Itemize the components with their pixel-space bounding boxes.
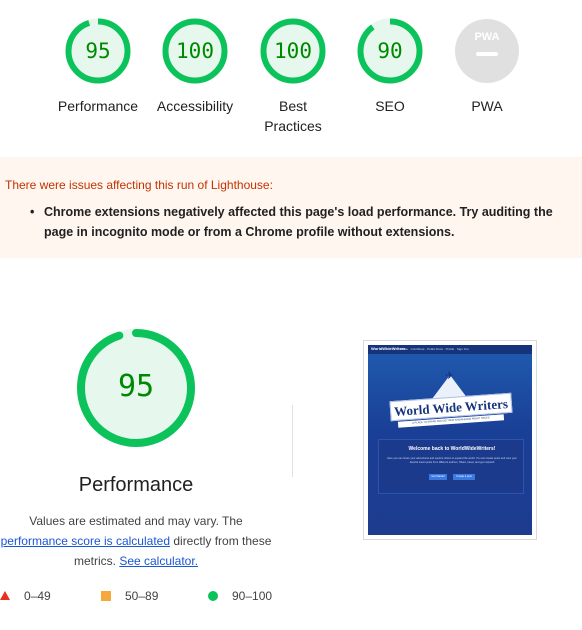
final-screenshot-thumbnail[interactable]: WorldWideWriters Home · Contribute · Pub… [363,340,537,540]
seo-gauge[interactable]: 90 SEO [340,18,440,116]
warning-item-text: Chrome extensions negatively affected th… [44,205,553,239]
accessibility-score: 100 [176,39,214,63]
get-started-button: Get Started [429,474,447,480]
best-practices-score: 100 [274,39,312,63]
accessibility-gauge[interactable]: 100 Accessibility [145,18,245,116]
main-performance-score: 95 [117,369,155,404]
triangle-icon [0,591,10,600]
warning-title: There were issues affecting this run of … [5,178,273,192]
description-text: Values are estimated and may vary. The [29,514,243,528]
performance-gauge[interactable]: 95 Performance [48,18,148,116]
lighthouse-warning: There were issues affecting this run of … [0,157,582,258]
legend-fail-range: 0–49 [24,589,51,603]
main-performance-gauge: 95 [76,328,196,448]
pwa-gauge[interactable]: PWA PWA [437,18,537,116]
pwa-badge-icon: PWA [455,19,519,83]
accessibility-score-ring: 100 [162,18,228,84]
welcome-card-text: Here you can share your adventures and e… [387,457,517,464]
bullet-icon: • [30,205,35,219]
pwa-badge-text: PWA [474,31,499,43]
circle-icon [208,591,218,601]
site-navbar: WorldWideWriters Home · Contribute · Pub… [368,345,532,354]
main-performance-title: Performance [78,474,194,496]
see-calculator-link[interactable]: See calculator. [119,554,198,568]
performance-label: Performance [57,98,139,114]
site-nav-links: Home · Contribute · Public Docs · Profil… [400,347,469,351]
warning-item: • Chrome extensions negatively affected t… [30,202,580,242]
performance-description: Values are estimated and may vary. The p… [0,511,272,571]
performance-score-link[interactable]: performance score is calculated [1,534,170,548]
best-practices-label: Best Practices [264,98,322,134]
square-icon [101,591,111,601]
category-gauges: 95 Performance 100 Accessibility 100 Bes… [0,0,582,150]
legend-pass-range: 90–100 [232,589,273,603]
pwa-label: PWA [471,98,503,114]
seo-score: 90 [377,39,403,63]
accessibility-label: Accessibility [156,98,234,114]
pwa-badge: PWA [454,18,520,84]
welcome-card-title: Welcome back to WorldWideWriters! [408,446,496,452]
legend-average-range: 50–89 [125,589,159,603]
create-post-button: Create a post [453,474,475,480]
vertical-divider [292,405,293,477]
warning-list: • Chrome extensions negatively affected t… [30,202,580,242]
seo-label: SEO [375,98,405,114]
airplane-icon: ✈ [445,370,455,382]
welcome-card: Welcome back to WorldWideWriters! Here y… [378,439,524,494]
seo-score-ring: 90 [357,18,423,84]
performance-score: 95 [85,39,111,63]
best-practices-score-ring: 100 [260,18,326,84]
score-legend: 0–49 50–89 90–100 [0,586,300,606]
screenshot-image: WorldWideWriters Home · Contribute · Pub… [368,345,532,535]
best-practices-gauge[interactable]: 100 Best Practices [243,18,343,136]
performance-score-ring: 95 [65,18,131,84]
